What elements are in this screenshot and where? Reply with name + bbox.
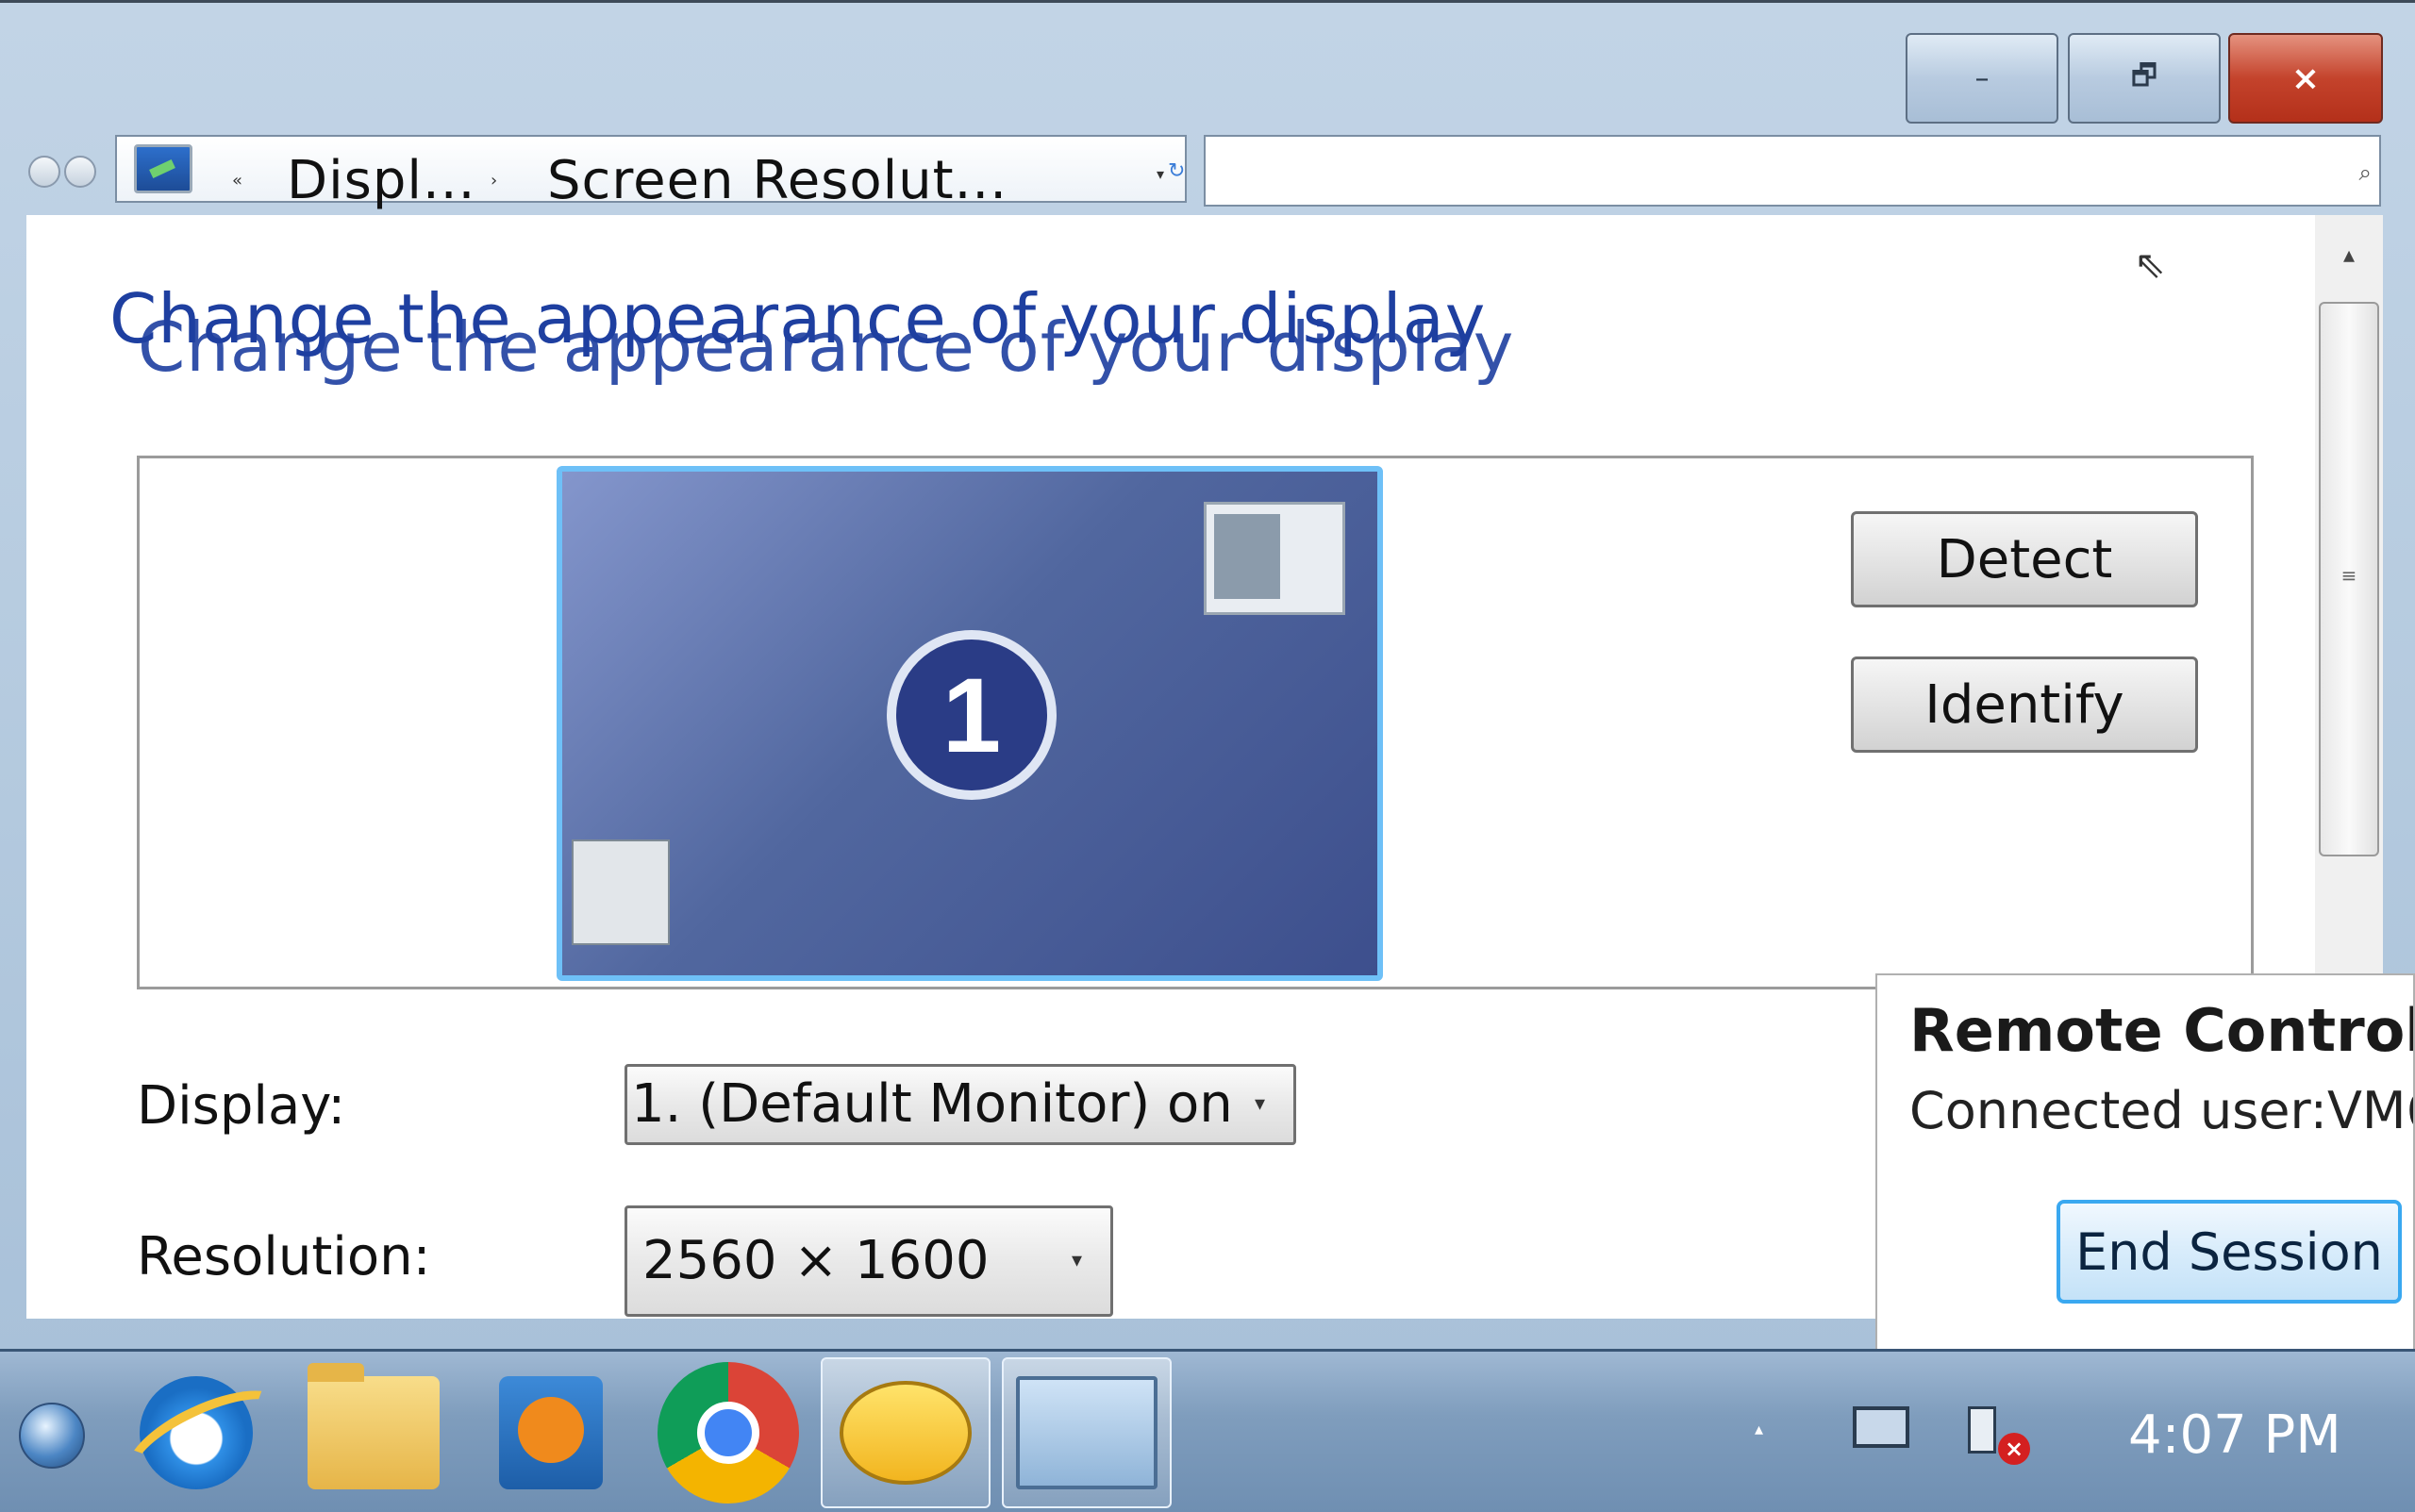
breadcrumb-arrow-icon[interactable]: › xyxy=(491,171,497,191)
breadcrumb-display[interactable]: Displ... xyxy=(287,150,475,211)
remote-control-title: Remote Control xyxy=(1909,996,2415,1065)
minimize-icon: – xyxy=(1974,61,1990,95)
chevron-down-icon: ▾ xyxy=(1254,1092,1265,1116)
scroll-up-icon[interactable]: ▴ xyxy=(2315,241,2383,268)
taskbar-media-player[interactable] xyxy=(466,1357,636,1508)
folder-icon xyxy=(308,1363,440,1489)
end-session-button[interactable]: End Session xyxy=(2057,1200,2402,1304)
resolution-select[interactable]: 2560 × 1600 ▾ xyxy=(625,1205,1113,1317)
display-select-value: 1. (Default Monitor) on xyxy=(631,1073,1233,1135)
mini-start-menu-icon xyxy=(572,839,670,945)
close-icon: × xyxy=(2290,58,2321,98)
mini-window-icon xyxy=(1204,502,1345,615)
address-bar[interactable]: « Displ... › Screen Resolut... ▾ xyxy=(115,135,1187,211)
scroll-grip-icon: ≡ xyxy=(2340,564,2357,587)
chat-bubble-icon xyxy=(840,1381,972,1485)
display-settings-icon xyxy=(134,144,192,193)
restore-icon: 🗗 xyxy=(2130,58,2158,92)
close-button[interactable]: × xyxy=(2228,33,2383,124)
taskbar-control-panel[interactable] xyxy=(1002,1357,1172,1508)
taskbar-chrome[interactable] xyxy=(643,1357,813,1508)
detect-button[interactable]: Detect xyxy=(1851,511,2198,607)
monitor-number-badge: 1 xyxy=(887,630,1057,800)
display-select[interactable]: 1. (Default Monitor) on ▾ xyxy=(625,1064,1296,1145)
search-input[interactable]: ⌕ xyxy=(1204,135,2381,207)
display-label: Display: xyxy=(137,1075,346,1137)
monitor-1-preview[interactable]: 1 xyxy=(557,466,1383,981)
resolution-label: Resolution: xyxy=(137,1226,431,1288)
search-icon[interactable]: ⌕ xyxy=(2359,159,2372,186)
back-button[interactable] xyxy=(28,156,60,188)
remote-control-popup: Remote Control Connected user:VM6 End Se… xyxy=(1875,973,2415,1351)
media-player-icon xyxy=(499,1376,603,1489)
taskbar-windows-explorer[interactable] xyxy=(289,1357,458,1508)
mute-x-icon: × xyxy=(1998,1433,2030,1465)
taskbar-clock[interactable]: 4:07 PM xyxy=(2128,1404,2341,1466)
refresh-icon[interactable]: ↻ xyxy=(1168,159,1185,183)
taskbar-internet-explorer[interactable] xyxy=(111,1357,281,1508)
speaker-icon xyxy=(1968,1406,1996,1454)
resolution-select-value: 2560 × 1600 xyxy=(642,1230,990,1291)
page-title-ghost: Change the appearance of your display xyxy=(138,307,1515,387)
volume-muted-icon[interactable]: × xyxy=(1960,1393,2036,1469)
taskbar-chat[interactable] xyxy=(821,1357,991,1508)
network-monitor-icon xyxy=(1853,1406,1909,1448)
address-dropdown-icon[interactable]: ▾ xyxy=(1157,165,1164,183)
tray-overflow-icon[interactable]: ▴ xyxy=(1755,1420,1763,1439)
maximize-button[interactable]: 🗗 xyxy=(2068,33,2221,124)
mouse-cursor-icon: ⇖ xyxy=(2134,243,2166,287)
chevron-down-icon: ▾ xyxy=(1071,1249,1082,1272)
identify-button[interactable]: Identify xyxy=(1851,656,2198,753)
breadcrumb-screen-resolution[interactable]: Screen Resolut... xyxy=(547,150,1008,211)
forward-button[interactable] xyxy=(64,156,96,188)
nav-buttons xyxy=(28,156,96,188)
taskbar: ▴ × 4:07 PM xyxy=(0,1349,2415,1512)
scroll-thumb[interactable]: ≡ xyxy=(2319,302,2379,856)
minimize-button[interactable]: – xyxy=(1906,33,2058,124)
chrome-icon xyxy=(658,1362,799,1504)
internet-explorer-icon xyxy=(140,1376,253,1489)
connected-user-text: Connected user:VM6 xyxy=(1909,1081,2415,1140)
network-icon[interactable] xyxy=(1847,1391,1921,1467)
breadcrumb-chevron-icon[interactable]: « xyxy=(232,171,242,191)
control-panel-display-icon xyxy=(1016,1376,1158,1489)
start-button[interactable] xyxy=(19,1403,85,1469)
